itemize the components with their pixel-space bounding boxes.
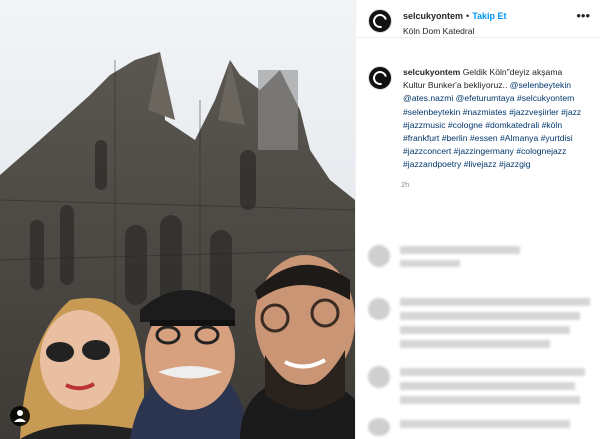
hashtag-link[interactable]: #colognejazz bbox=[516, 146, 566, 156]
post-photo[interactable] bbox=[0, 0, 355, 439]
post-sidebar: selcukyontem • Takip Et Köln Dom Katedral … bbox=[355, 0, 600, 439]
hashtag-link[interactable]: #jazz bbox=[561, 107, 581, 117]
caption-avatar[interactable] bbox=[368, 66, 392, 90]
hashtag-link[interactable]: #cologne bbox=[448, 120, 483, 130]
hashtag-link[interactable]: #domkatedrali bbox=[485, 120, 539, 130]
hashtag-link[interactable]: #nazmiates bbox=[463, 107, 507, 117]
username-link[interactable]: selcukyontem bbox=[403, 11, 463, 21]
hashtag-link[interactable]: #selenbeytekin bbox=[403, 107, 460, 117]
mention-link[interactable]: @ates.nazmi bbox=[403, 93, 453, 103]
more-horizontal-icon[interactable]: ••• bbox=[576, 8, 590, 23]
hashtag-link[interactable]: #jazzmusic bbox=[403, 120, 446, 130]
hashtag-link[interactable]: #jazzconcert bbox=[403, 146, 451, 156]
comment-line bbox=[400, 368, 585, 376]
avatar-logo-icon bbox=[370, 68, 390, 88]
hashtag-link[interactable]: #jazzingermany bbox=[454, 146, 514, 156]
comment-line bbox=[400, 340, 550, 348]
comment-avatar bbox=[368, 298, 390, 320]
separator-dot: • bbox=[466, 11, 470, 21]
comment-avatar bbox=[368, 418, 390, 436]
caption-tags: @selenbeytekin @ates.nazmi @efeturumtaya… bbox=[403, 80, 581, 169]
comment-line bbox=[400, 312, 580, 320]
comment-line bbox=[400, 246, 520, 254]
hashtag-link[interactable]: #selcukyontem bbox=[517, 93, 574, 103]
avatar-logo-icon bbox=[370, 11, 390, 31]
mention-link[interactable]: @selenbeytekin bbox=[510, 80, 571, 90]
follow-button[interactable]: Takip Et bbox=[472, 11, 506, 21]
hashtag-link[interactable]: #berlin bbox=[442, 133, 468, 143]
comment-line bbox=[400, 382, 575, 390]
location-link[interactable]: Köln Dom Katedral bbox=[403, 25, 507, 37]
hashtag-link[interactable]: #essen bbox=[470, 133, 498, 143]
comment-line bbox=[400, 326, 570, 334]
caption: selcukyontem Geldik Köln"deyiz akşama Ku… bbox=[356, 38, 600, 172]
instagram-post: selcukyontem • Takip Et Köln Dom Katedral … bbox=[0, 0, 600, 439]
hashtag-link[interactable]: #köln bbox=[542, 120, 563, 130]
hashtag-link[interactable]: #jazzveşiirler bbox=[509, 107, 559, 117]
hashtag-link[interactable]: #yurtdisi bbox=[541, 133, 573, 143]
comment-line bbox=[400, 396, 580, 404]
tagged-user-icon bbox=[10, 406, 30, 426]
hashtag-link[interactable]: #frankfurt bbox=[403, 133, 439, 143]
comment-line bbox=[400, 420, 570, 428]
post-header: selcukyontem • Takip Et Köln Dom Katedral … bbox=[356, 0, 600, 38]
comment-avatar bbox=[368, 245, 390, 267]
hashtag-link[interactable]: #Almanya bbox=[500, 133, 538, 143]
hashtag-link[interactable]: #livejazz bbox=[464, 159, 497, 169]
mention-link[interactable]: @efeturumtaya bbox=[456, 93, 515, 103]
avatar[interactable] bbox=[368, 9, 392, 33]
post-time: 2h bbox=[401, 179, 410, 189]
caption-username[interactable]: selcukyontem bbox=[403, 67, 460, 77]
hashtag-link[interactable]: #jazzgig bbox=[499, 159, 531, 169]
comment-line bbox=[400, 260, 460, 267]
comment-avatar bbox=[368, 366, 390, 388]
hashtag-link[interactable]: #jazzandpoetry bbox=[403, 159, 461, 169]
comment-line bbox=[400, 298, 590, 306]
